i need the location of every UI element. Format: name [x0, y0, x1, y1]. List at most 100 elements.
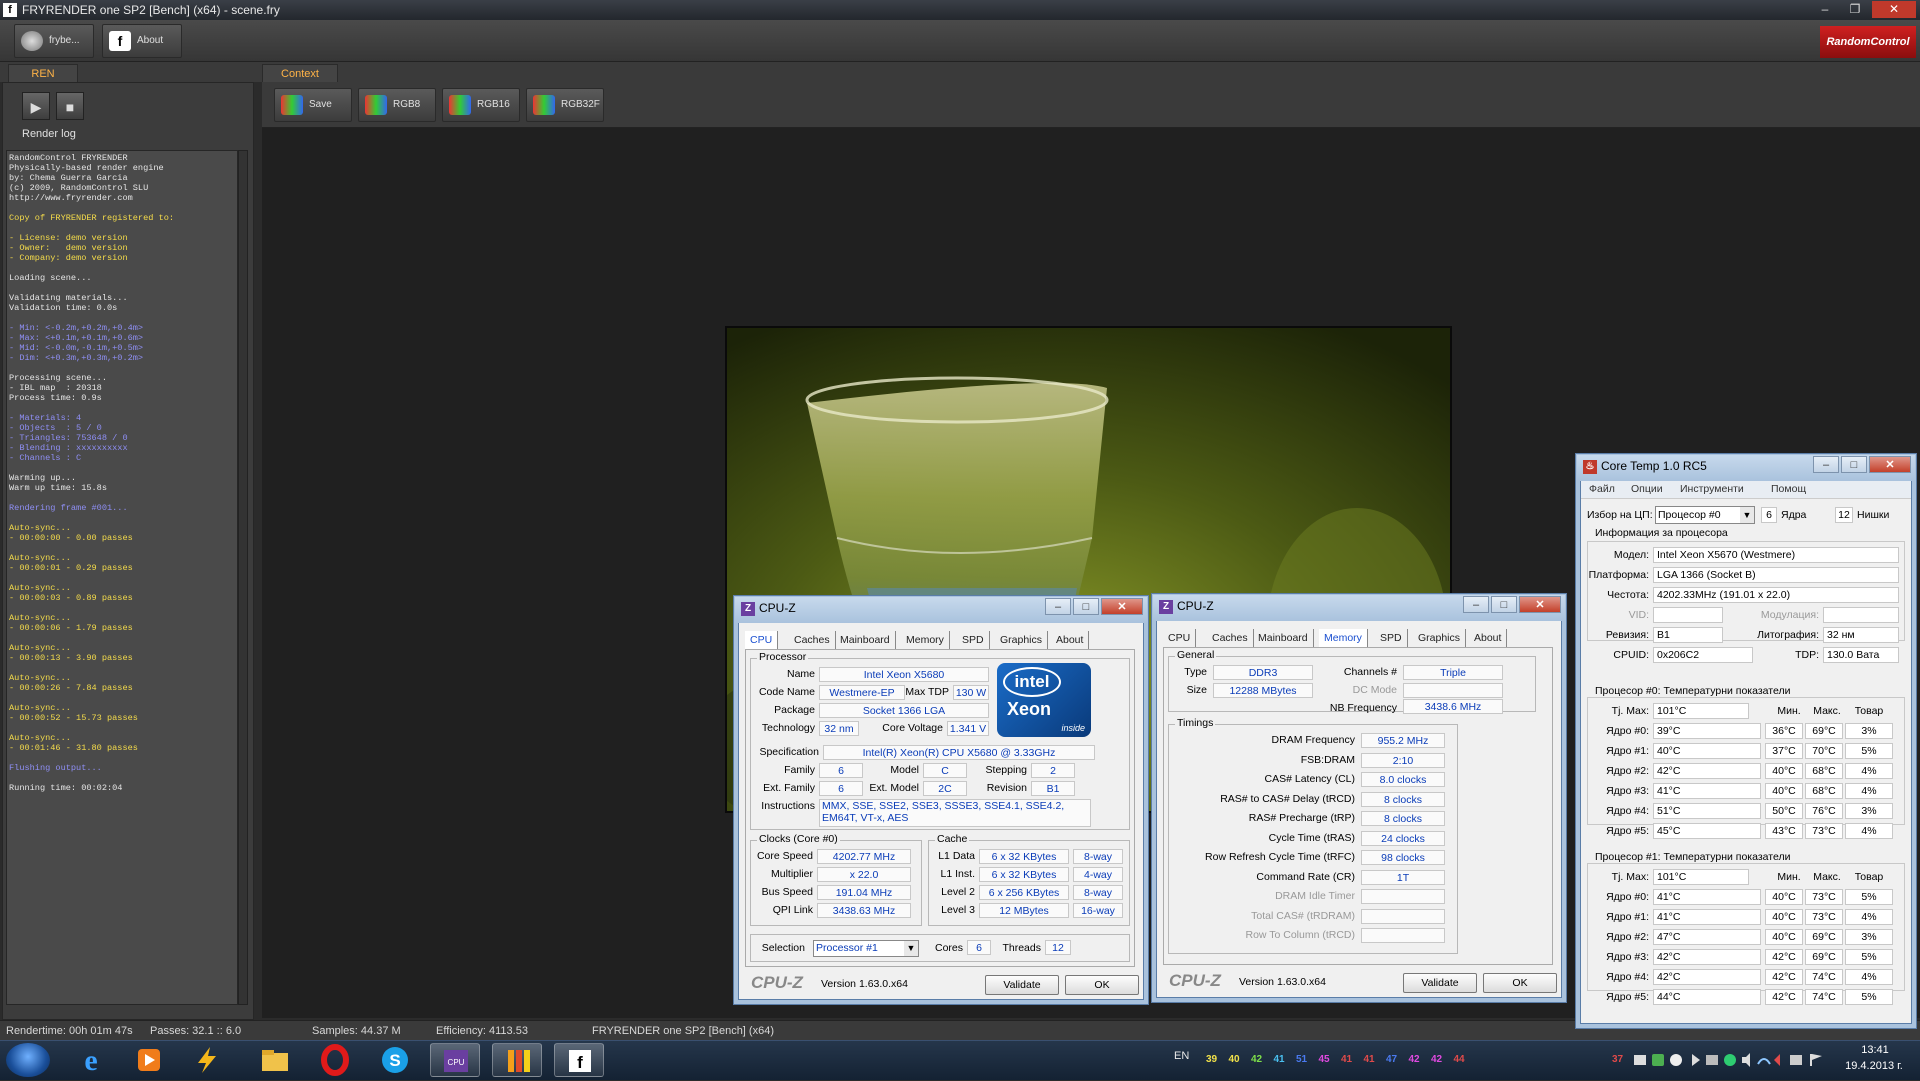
taskbar-cpuz-icon[interactable]: CPU — [430, 1043, 480, 1077]
taskbar-explorer-icon[interactable] — [250, 1043, 300, 1077]
validate-button[interactable]: Validate — [985, 975, 1059, 995]
menu-item[interactable]: Файл — [1589, 483, 1615, 495]
cpuz-memory-maximize-button[interactable]: □ — [1491, 596, 1517, 613]
taskbar-coretemp-icon[interactable] — [492, 1043, 542, 1077]
rgb32f-button[interactable]: RGB32F — [526, 88, 604, 122]
tab-cpu[interactable]: CPU — [1163, 629, 1197, 647]
log-line: Rendering frame #001... — [9, 503, 128, 513]
log-line: Auto-sync... — [9, 733, 71, 743]
core-load-value: 5% — [1845, 949, 1893, 965]
close-button[interactable]: ✕ — [1872, 1, 1916, 18]
tab-cpu[interactable]: CPU — [745, 631, 779, 649]
tab-memory[interactable]: Memory — [901, 631, 950, 649]
fry-button[interactable]: frybe... — [14, 24, 94, 58]
play-button[interactable]: ▶ — [22, 92, 50, 120]
core-label: Ядро #1: — [1606, 745, 1649, 757]
tab-graphics[interactable]: Graphics — [1413, 629, 1467, 647]
cpuz-memory-close-button[interactable]: ✕ — [1519, 596, 1561, 613]
load-column-header: Товар — [1854, 871, 1884, 883]
cpu-select[interactable]: Процесор #0 ▼ — [1655, 506, 1755, 524]
timing-label: DRAM Frequency — [1271, 734, 1355, 746]
ext-model-value: 2C — [923, 781, 967, 796]
taskbar-skype-icon[interactable]: S — [370, 1043, 420, 1077]
clock-date[interactable]: 19.4.2013 г. — [1830, 1060, 1918, 1072]
cpu-info-header: Информация за процесора — [1595, 527, 1728, 539]
tab-ren[interactable]: REN — [8, 64, 78, 82]
render-log: RandomControl FRYRENDER Physically-based … — [6, 150, 238, 1005]
model-label: Модел: — [1613, 549, 1649, 561]
maximize-button[interactable]: ❐ — [1842, 1, 1868, 18]
tab-mainboard[interactable]: Mainboard — [835, 631, 896, 649]
tab-graphics[interactable]: Graphics — [995, 631, 1049, 649]
cpu1-header: Процесор #1: Температурни показатели — [1595, 851, 1791, 863]
coretemp-maximize-button[interactable]: □ — [1841, 456, 1867, 473]
tab-mainboard[interactable]: Mainboard — [1253, 629, 1314, 647]
ok-button[interactable]: OK — [1065, 975, 1139, 995]
menu-item[interactable]: Опции — [1631, 483, 1663, 495]
core-max-value: 74°C — [1805, 969, 1843, 985]
tjmax-label: Tj. Max: — [1611, 705, 1649, 717]
cpu0-header: Процесор #0: Температурни показатели — [1595, 685, 1791, 697]
cpu1-temperature-group: Процесор #1: Температурни показатели Tj. … — [1581, 851, 1911, 1005]
stepping-value: 2 — [1031, 763, 1075, 778]
start-button[interactable] — [6, 1043, 50, 1077]
tab-spd[interactable]: SPD — [1375, 629, 1408, 647]
language-indicator[interactable]: EN — [1174, 1050, 1189, 1062]
svg-text:f: f — [577, 1053, 583, 1072]
taskbar-media-player-icon[interactable] — [124, 1043, 174, 1077]
tab-about[interactable]: About — [1469, 629, 1508, 647]
cpuz-cpu-maximize-button[interactable]: □ — [1073, 598, 1099, 615]
core-min-value: 37°C — [1765, 743, 1803, 759]
render-log-scrollbar[interactable] — [238, 150, 248, 1005]
minimize-button[interactable]: – — [1812, 1, 1838, 18]
tab-caches[interactable]: Caches — [789, 631, 836, 649]
status-rendertime: Rendertime: 00h 01m 47s — [6, 1025, 133, 1037]
max-column-header: Макс. — [1813, 871, 1841, 883]
menu-item[interactable]: Помощ — [1771, 483, 1806, 495]
cpuz-memory-minimize-button[interactable]: – — [1463, 596, 1489, 613]
processor-select[interactable]: Processor #1 ▼ — [813, 940, 919, 957]
family-label: Family — [784, 764, 815, 776]
tray-temp-value: 45 — [1318, 1054, 1330, 1065]
log-line: Auto-sync... — [9, 523, 71, 533]
log-line: - Channels : C — [9, 453, 82, 463]
svg-text:CPU: CPU — [448, 1058, 465, 1067]
tab-spd[interactable]: SPD — [957, 631, 990, 649]
timing-label: RAS# Precharge (tRP) — [1248, 812, 1355, 824]
log-line: Validating materials... — [9, 293, 128, 303]
cpuz-cpu-minimize-button[interactable]: – — [1045, 598, 1071, 615]
stop-button[interactable]: ■ — [56, 92, 84, 120]
tab-about[interactable]: About — [1051, 631, 1090, 649]
cpu-select-label: Избор на ЦП: — [1587, 509, 1653, 521]
timing-label: Total CAS# (tRDRAM) — [1251, 909, 1355, 922]
log-line: - IBL map : 20318 — [9, 383, 102, 393]
rgb8-button[interactable]: RGB8 — [358, 88, 436, 122]
log-line: - Dim: <+0.3m,+0.3m,+0.2m> — [9, 353, 144, 363]
level2-ways: 8-way — [1073, 885, 1123, 900]
taskbar-fryrender-icon[interactable]: f — [554, 1043, 604, 1077]
specification-label: Specification — [759, 746, 819, 758]
coretemp-close-button[interactable]: ✕ — [1869, 456, 1911, 473]
ok-button[interactable]: OK — [1483, 973, 1557, 993]
tab-memory[interactable]: Memory — [1319, 629, 1368, 647]
chevron-down-icon[interactable]: ▼ — [904, 941, 918, 956]
taskbar-opera-icon[interactable] — [310, 1043, 360, 1077]
validate-button[interactable]: Validate — [1403, 973, 1477, 993]
max-tdp-label: Max TDP — [905, 686, 949, 698]
chevron-down-icon[interactable]: ▼ — [1740, 507, 1754, 523]
coretemp-minimize-button[interactable]: – — [1813, 456, 1839, 473]
core-voltage-label: Core Voltage — [882, 722, 943, 734]
taskbar-winamp-icon[interactable] — [182, 1043, 232, 1077]
tab-caches[interactable]: Caches — [1207, 629, 1254, 647]
cpuz-icon: Z — [1159, 600, 1173, 614]
core-min-value: 40°C — [1765, 763, 1803, 779]
rgb16-button[interactable]: RGB16 — [442, 88, 520, 122]
processor-select-value: Processor #1 — [816, 942, 878, 954]
tab-context[interactable]: Context — [262, 64, 338, 82]
save-button[interactable]: Save — [274, 88, 352, 122]
about-button[interactable]: f About — [102, 24, 182, 58]
menu-item[interactable]: Инструменти — [1680, 483, 1744, 495]
taskbar-ie-icon[interactable]: e — [66, 1043, 116, 1077]
cpuz-cpu-close-button[interactable]: ✕ — [1101, 598, 1143, 615]
clock-time[interactable]: 13:41 — [1842, 1044, 1908, 1056]
